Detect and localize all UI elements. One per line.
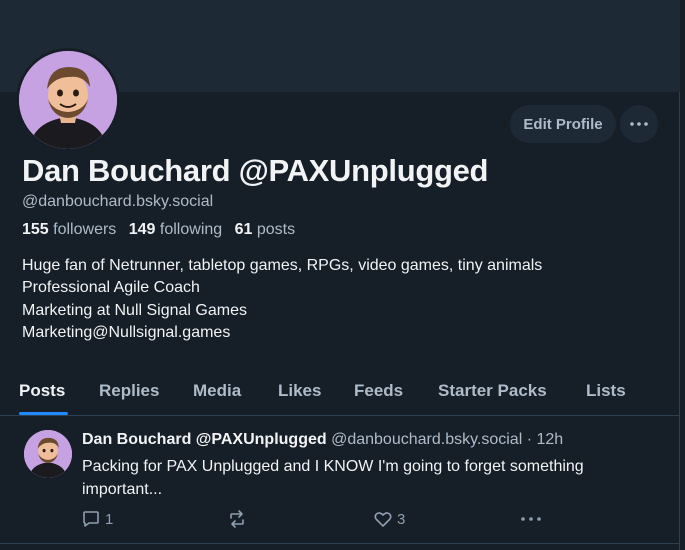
profile-handle: @danbouchard.bsky.social [22,193,214,210]
tab-lists[interactable]: Lists [586,366,626,416]
post-header: Dan Bouchard @PAXUnplugged @danbouchard.… [82,431,563,449]
more-options-button[interactable] [620,105,658,143]
repost-button[interactable] [227,507,251,531]
post-actions: 1 3 [0,507,680,531]
profile-avatar[interactable] [16,48,120,152]
profile-tabs: Posts Replies Media Likes Feeds Starter … [0,366,680,416]
like-button[interactable]: 3 [373,507,405,531]
tab-replies[interactable]: Replies [99,366,159,416]
tab-likes[interactable]: Likes [278,366,321,416]
post-author-avatar[interactable] [24,430,72,478]
avatar-illustration [19,51,117,149]
posts-count: 61 [234,221,253,238]
profile-bio: Huge fan of Netrunner, tabletop games, R… [22,255,542,344]
profile-display-name: Dan Bouchard @PAXUnplugged [22,153,489,188]
post-more-button[interactable] [520,507,542,531]
following-link[interactable]: 149 following [129,221,222,238]
tab-posts[interactable]: Posts [19,366,65,416]
bio-line: Huge fan of Netrunner, tabletop games, R… [22,257,543,274]
tab-feeds[interactable]: Feeds [354,366,403,416]
bio-line: Marketing at Null Signal Games [22,301,247,319]
following-count: 149 [128,221,156,238]
following-label: following [159,221,223,238]
followers-count: 155 [22,221,49,238]
active-tab-indicator [19,412,68,415]
heart-icon [374,512,392,527]
reply-icon [83,511,99,527]
profile-stats: 155 followers 149 following 61 posts [22,221,295,239]
post-time[interactable]: 12h [536,431,563,448]
followers-label: followers [53,221,117,238]
bio-line: Marketing@Nullsignal.games [22,323,231,341]
repost-icon [230,510,244,528]
tab-media[interactable]: Media [193,366,241,416]
post-author-handle[interactable]: @danbouchard.bsky.social [331,431,522,448]
edit-profile-button[interactable]: Edit Profile [510,105,616,143]
feed-post[interactable]: Dan Bouchard @PAXUnplugged @danbouchard.… [0,417,680,544]
avatar-illustration [24,430,72,478]
ellipsis-icon [521,517,541,521]
post-text: Packing for PAX Unplugged and I KNOW I'm… [82,458,584,498]
posts-stat: 61 posts [235,221,296,238]
post-author-name[interactable]: Dan Bouchard @PAXUnplugged [82,431,327,448]
reply-count: 1 [105,510,114,528]
bio-line: Professional Agile Coach [22,279,200,297]
posts-label: posts [256,221,296,238]
followers-link[interactable]: 155 followers [22,221,116,238]
reply-button[interactable]: 1 [81,507,113,531]
like-count: 3 [397,510,406,528]
ellipsis-icon [630,122,648,126]
post-separator: · [522,431,537,448]
tab-starter-packs[interactable]: Starter Packs [438,366,547,416]
profile-page: Edit Profile Dan Bouchard @PAXUnplugged … [0,0,680,550]
